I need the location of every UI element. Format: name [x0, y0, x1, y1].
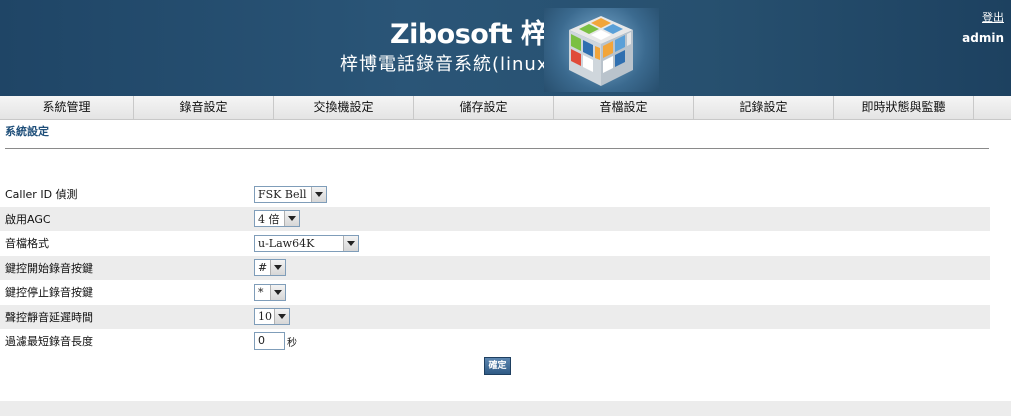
seconds-unit-label: 秒 [287, 337, 297, 349]
main-nav: 系統管理 錄音設定 交換機設定 儲存設定 音檔設定 記錄設定 即時狀態與監聽 [0, 96, 1011, 120]
nav-item-recording-settings[interactable]: 錄音設定 [134, 96, 274, 119]
form-row-start-key: 鍵控開始錄音按鍵 # [0, 255, 990, 280]
silence-delay-label: 聲控靜音延遲時間 [5, 310, 93, 324]
cube-logo-icon [569, 16, 633, 86]
agc-select[interactable]: 4 倍 [254, 210, 300, 228]
chevron-down-icon[interactable] [284, 211, 299, 227]
form-row-agc: 啟用AGC 4 倍 [0, 206, 990, 231]
audio-format-select[interactable]: u-Law64K [254, 234, 359, 252]
start-key-label: 鍵控開始錄音按鍵 [5, 261, 93, 275]
title-divider [5, 148, 989, 149]
chevron-down-icon[interactable] [274, 309, 289, 325]
system-title: 梓博電話錄音系統(linux) [340, 54, 557, 75]
form-row-stop-key: 鍵控停止錄音按鍵 * [0, 280, 990, 305]
min-length-input[interactable]: 0 [254, 332, 285, 351]
nav-item-audio-file-settings[interactable]: 音檔設定 [554, 96, 694, 119]
nav-item-pbx-settings[interactable]: 交換機設定 [274, 96, 414, 119]
nav-item-realtime-monitor[interactable]: 即時狀態與監聽 [834, 96, 974, 119]
nav-item-log-settings[interactable]: 記錄設定 [694, 96, 834, 119]
nav-item-system-management[interactable]: 系統管理 [0, 96, 134, 119]
page-title: 系統設定 [5, 125, 49, 138]
form-row-caller-id: Caller ID 偵測 FSK Bell [0, 182, 990, 207]
audio-format-value: u-Law64K [258, 236, 315, 250]
form-row-audio-format: 音檔格式 u-Law64K [0, 231, 990, 256]
form-row-silence-delay: 聲控靜音延遲時間 10 [0, 304, 990, 329]
settings-form: Caller ID 偵測 FSK Bell 啟用AGC 4 倍 音檔格式 u-L… [0, 182, 990, 354]
min-length-label: 過濾最短錄音長度 [5, 335, 93, 349]
stop-key-label: 鍵控停止錄音按鍵 [5, 286, 93, 300]
chevron-down-icon[interactable] [270, 284, 285, 300]
silence-delay-value: 10 [258, 310, 272, 324]
chevron-down-icon[interactable] [343, 235, 358, 251]
stop-key-value: * [258, 285, 264, 299]
agc-value: 4 倍 [258, 212, 280, 226]
start-key-value: # [258, 261, 268, 275]
cube-logo-image [544, 8, 659, 92]
footer-bar [0, 401, 1011, 416]
header-banner: Zibosoft 梓博® 梓博電話錄音系統(linux) [0, 0, 1011, 96]
caller-id-select[interactable]: FSK Bell [254, 185, 327, 203]
form-row-min-length: 過濾最短錄音長度 0 秒 [0, 329, 990, 354]
start-key-select[interactable]: # [254, 259, 286, 277]
silence-delay-select[interactable]: 10 [254, 308, 290, 326]
caller-id-value: FSK Bell [258, 187, 307, 201]
chevron-down-icon[interactable] [270, 260, 285, 276]
chevron-down-icon[interactable] [311, 186, 326, 202]
current-username: admin [962, 31, 1004, 45]
agc-label: 啟用AGC [5, 212, 51, 226]
caller-id-label: Caller ID 偵測 [5, 188, 78, 202]
confirm-button[interactable]: 確定 [484, 357, 511, 375]
audio-format-label: 音檔格式 [5, 237, 49, 251]
logout-link[interactable]: 登出 [982, 9, 1004, 25]
nav-item-storage-settings[interactable]: 儲存設定 [414, 96, 554, 119]
stop-key-select[interactable]: * [254, 283, 286, 301]
